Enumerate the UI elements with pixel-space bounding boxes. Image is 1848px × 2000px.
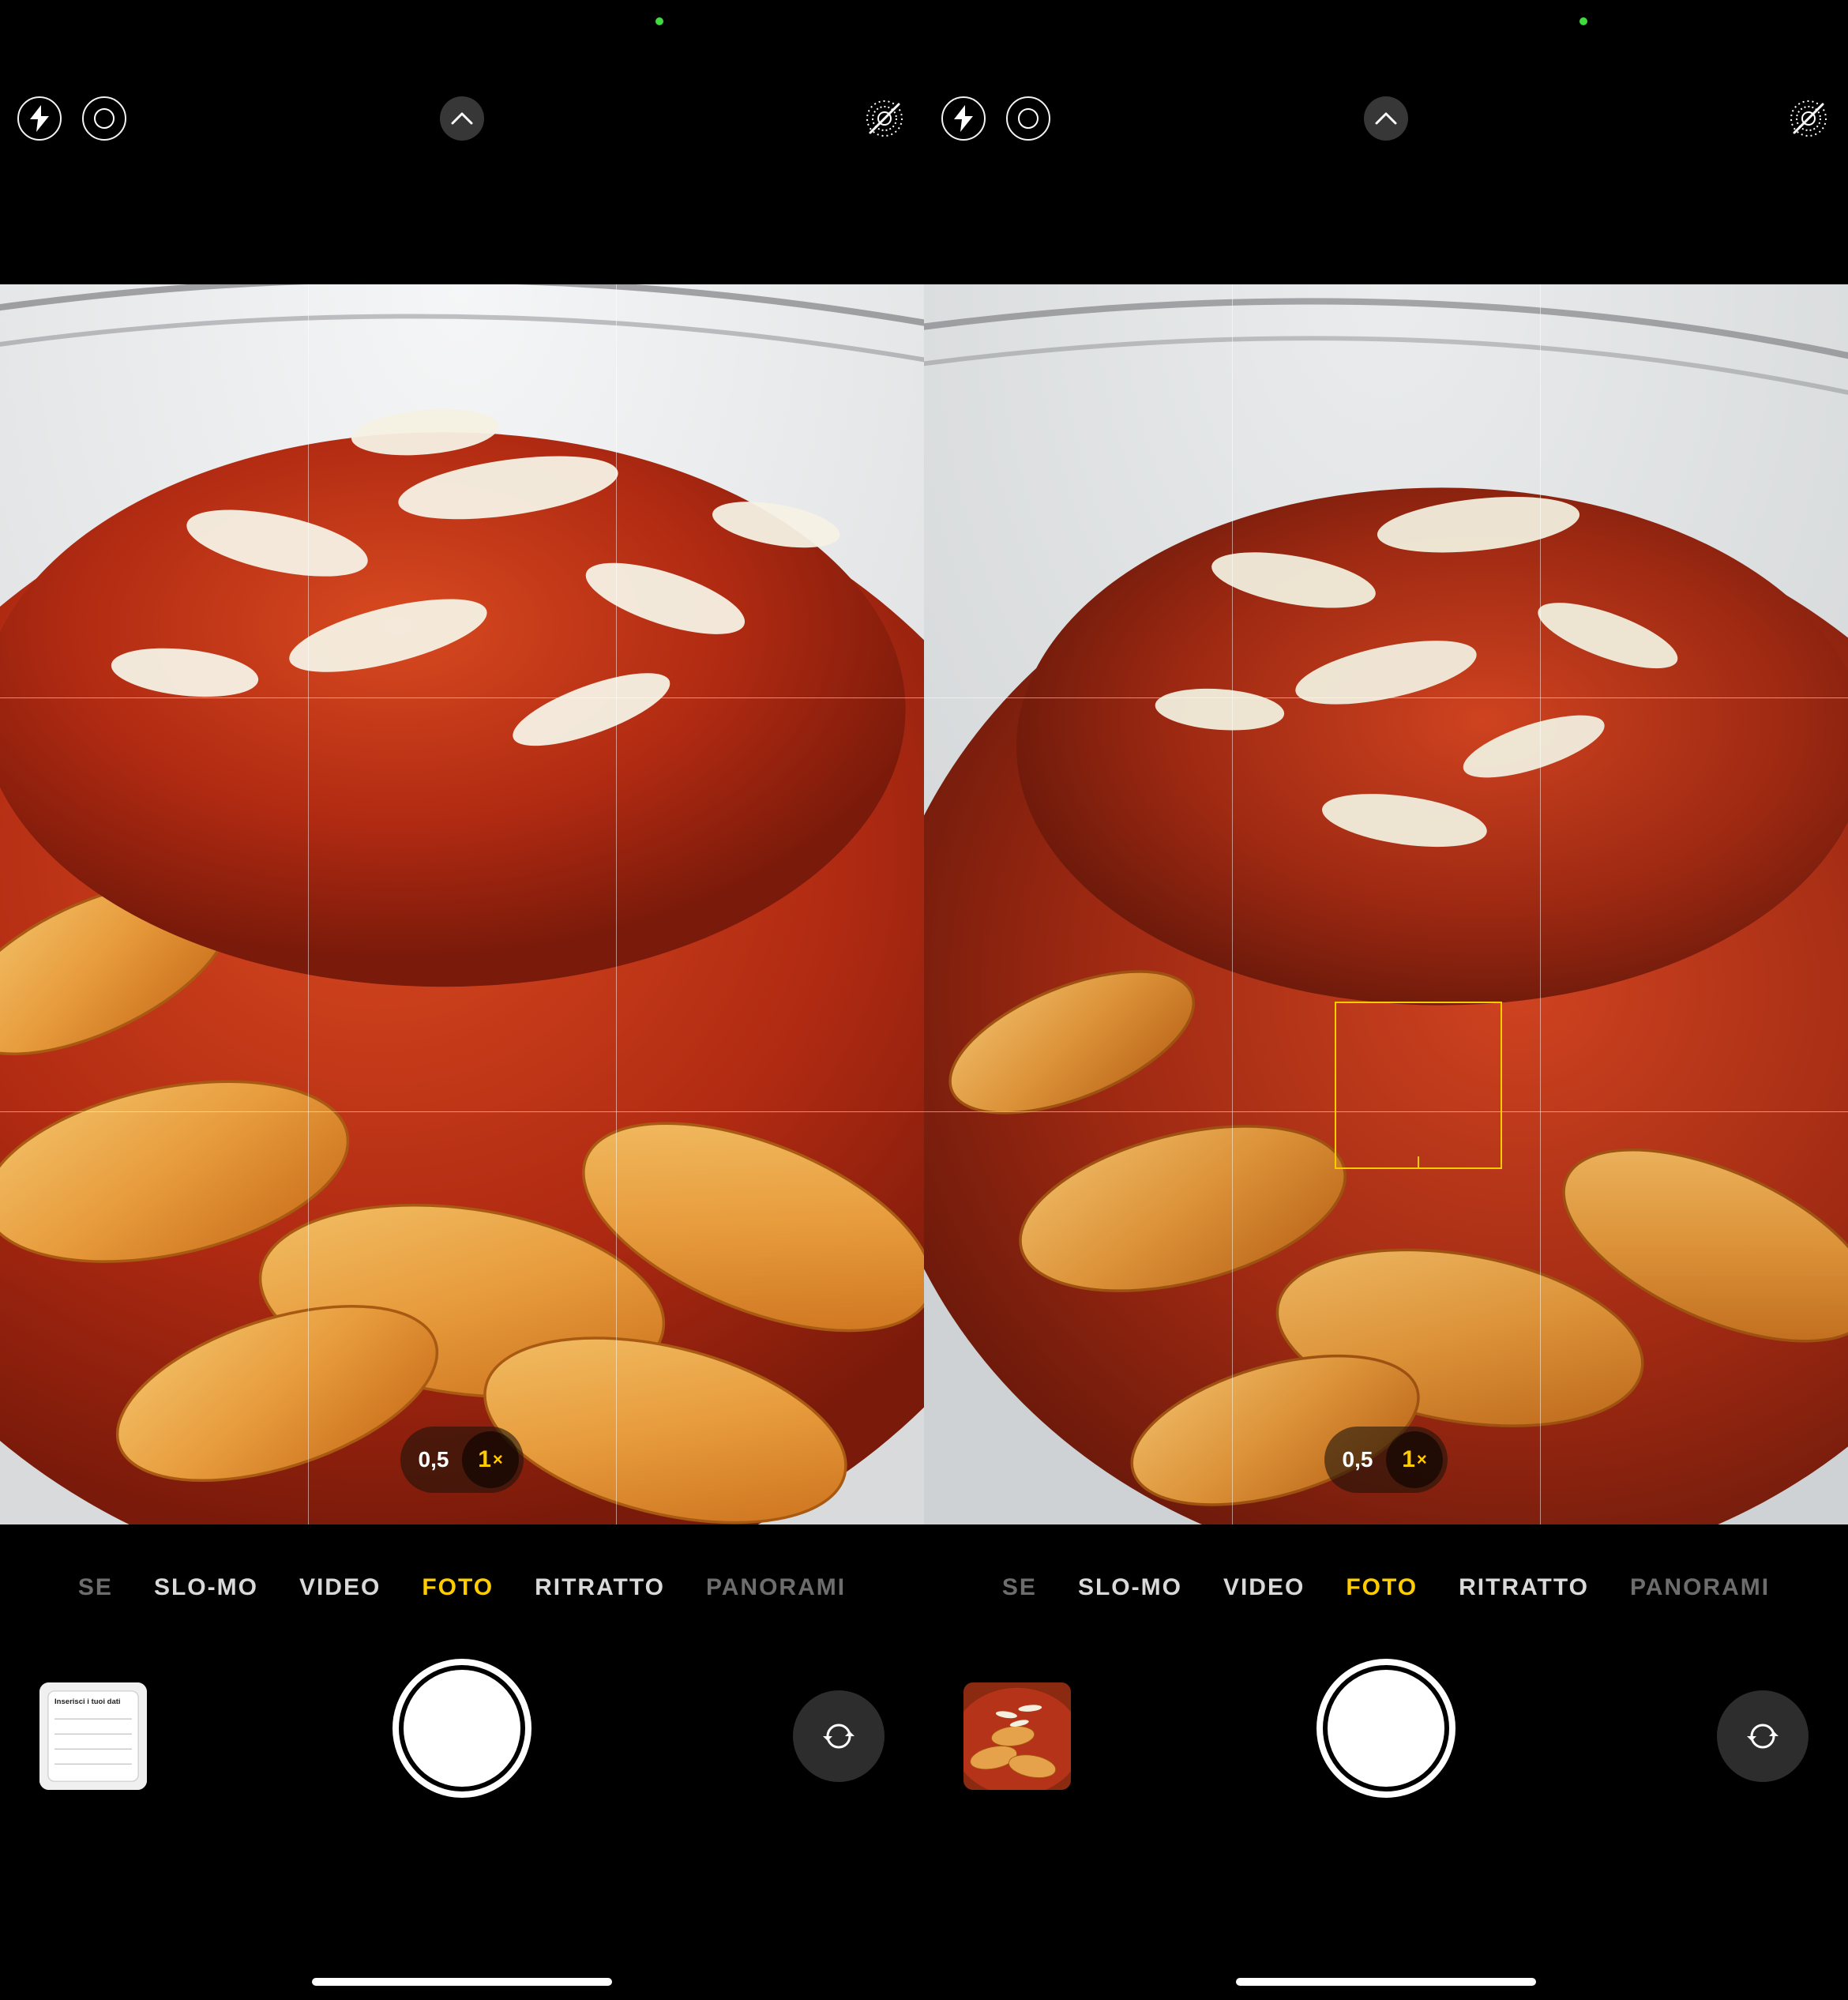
zoom-control: 0,5 1×	[400, 1427, 524, 1493]
last-photo-thumbnail[interactable]	[963, 1682, 1071, 1790]
expand-controls-button[interactable]	[1364, 96, 1408, 141]
night-mode-button[interactable]	[82, 96, 126, 141]
viewfinder-image	[0, 284, 924, 1524]
grid-line	[308, 284, 309, 1524]
night-mode-button[interactable]	[1006, 96, 1050, 141]
bottom-controls: Inserisci i tuoi dati	[0, 1651, 924, 1809]
grid-line	[0, 697, 924, 698]
zoom-1x-button[interactable]: 1×	[462, 1431, 519, 1488]
chevron-up-icon	[1375, 112, 1397, 125]
mode-carousel[interactable]: SE SLO-MO VIDEO FOTO RITRATTO PANORAMI	[924, 1564, 1848, 1611]
top-controls	[924, 95, 1848, 142]
zoom-x-suffix: ×	[493, 1449, 503, 1470]
mode-carousel[interactable]: SE SLO-MO VIDEO FOTO RITRATTO PANORAMI	[0, 1564, 924, 1611]
flash-icon	[954, 105, 973, 132]
home-indicator[interactable]	[1236, 1978, 1536, 1986]
mode-video[interactable]: VIDEO	[1223, 1574, 1305, 1601]
zoom-0-5x-button[interactable]: 0,5	[405, 1431, 462, 1488]
mode-panorama[interactable]: PANORAMI	[1630, 1574, 1770, 1601]
viewfinder-image	[924, 284, 1848, 1524]
live-photo-button[interactable]	[862, 96, 907, 141]
flip-camera-icon	[1742, 1716, 1783, 1757]
shutter-inner	[1328, 1670, 1444, 1787]
mode-slomo[interactable]: SLO-MO	[154, 1574, 258, 1601]
zoom-control: 0,5 1×	[1324, 1427, 1448, 1493]
flash-icon	[30, 105, 49, 132]
grid-line	[1232, 284, 1233, 1524]
shutter-button[interactable]	[393, 1659, 531, 1798]
zoom-1x-label: 1	[1402, 1446, 1415, 1473]
grid-line	[924, 697, 1848, 698]
live-photo-button[interactable]	[1786, 96, 1831, 141]
zoom-1x-label: 1	[478, 1446, 491, 1473]
thumbnail-image	[963, 1682, 1071, 1790]
night-icon	[1017, 107, 1039, 130]
recording-dot-icon	[1579, 17, 1587, 25]
mode-panorama[interactable]: PANORAMI	[706, 1574, 846, 1601]
grid-line	[1540, 284, 1541, 1524]
viewfinder[interactable]: 0,5 1×	[924, 284, 1848, 1524]
flash-button[interactable]	[941, 96, 986, 141]
night-icon	[93, 107, 115, 130]
focus-box	[1335, 1002, 1502, 1169]
camera-screen-left: 0,5 1× SE SLO-MO VIDEO FOTO RITRATTO PAN…	[0, 0, 924, 2000]
live-photo-off-icon	[866, 100, 903, 137]
mode-slomo[interactable]: SLO-MO	[1078, 1574, 1182, 1601]
flip-camera-button[interactable]	[1717, 1690, 1809, 1782]
bottom-controls	[924, 1651, 1848, 1809]
thumbnail-image: Inserisci i tuoi dati	[39, 1682, 147, 1790]
last-photo-thumbnail[interactable]: Inserisci i tuoi dati	[39, 1682, 147, 1790]
flip-camera-button[interactable]	[793, 1690, 885, 1782]
mode-photo[interactable]: FOTO	[422, 1574, 494, 1601]
home-indicator[interactable]	[312, 1978, 612, 1986]
chevron-up-icon	[451, 112, 473, 125]
expand-controls-button[interactable]	[440, 96, 484, 141]
viewfinder[interactable]: 0,5 1×	[0, 284, 924, 1524]
mode-photo[interactable]: FOTO	[1346, 1574, 1418, 1601]
grid-line	[0, 1111, 924, 1112]
mode-portrait[interactable]: RITRATTO	[535, 1574, 665, 1601]
live-photo-off-icon	[1790, 100, 1827, 137]
shutter-inner	[404, 1670, 520, 1787]
mode-timelapse[interactable]: SE	[1002, 1574, 1037, 1601]
flash-button[interactable]	[17, 96, 62, 141]
mode-timelapse[interactable]: SE	[78, 1574, 113, 1601]
mode-portrait[interactable]: RITRATTO	[1459, 1574, 1589, 1601]
camera-screen-right: 0,5 1× SE SLO-MO VIDEO FOTO RITRATTO PAN…	[924, 0, 1848, 2000]
recording-dot-icon	[655, 17, 663, 25]
mode-video[interactable]: VIDEO	[299, 1574, 381, 1601]
grid-line	[616, 284, 617, 1524]
zoom-1x-button[interactable]: 1×	[1386, 1431, 1443, 1488]
top-controls	[0, 95, 924, 142]
zoom-x-suffix: ×	[1417, 1449, 1427, 1470]
flip-camera-icon	[818, 1716, 859, 1757]
zoom-0-5x-button[interactable]: 0,5	[1329, 1431, 1386, 1488]
shutter-button[interactable]	[1317, 1659, 1455, 1798]
svg-text:Inserisci i tuoi dati: Inserisci i tuoi dati	[54, 1697, 121, 1706]
